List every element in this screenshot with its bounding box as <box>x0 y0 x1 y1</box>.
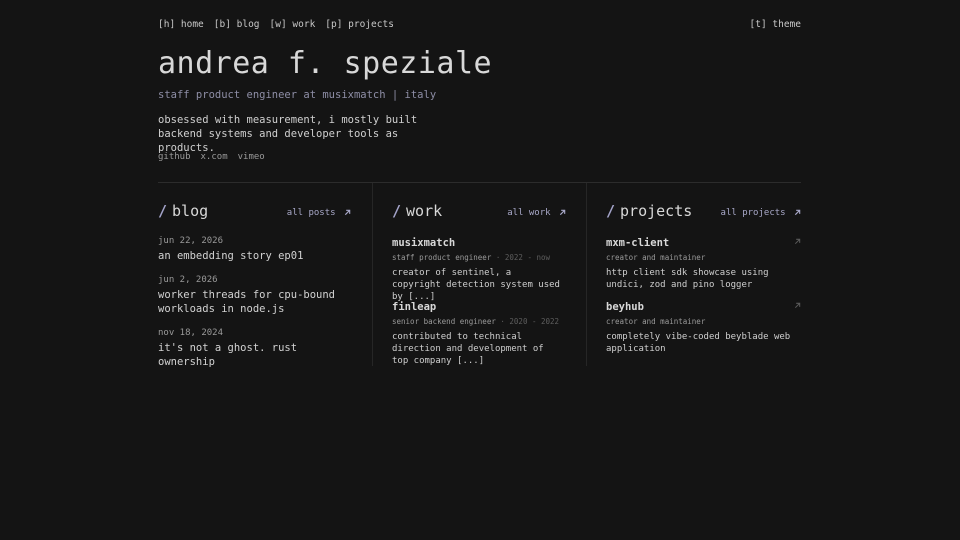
nav-item-projects[interactable]: [p] projects <box>325 19 394 30</box>
blog-title: blog <box>172 202 209 220</box>
nav-item-blog[interactable]: [b] blog <box>214 19 260 30</box>
work-item[interactable]: musixmatch staff product engineer · 2022… <box>392 237 562 303</box>
company-name: finleap <box>392 301 437 313</box>
job-years: · 2022 - now <box>495 253 551 262</box>
projects-title: projects <box>620 202 693 220</box>
job-meta: senior backend engineer · 2020 - 2022 <box>392 317 562 326</box>
job-description: contributed to technical direction and d… <box>392 332 544 366</box>
all-posts-label: all posts <box>286 208 336 218</box>
column-divider <box>586 183 587 366</box>
project-name: beyhub <box>606 301 644 313</box>
job-role: senior backend engineer <box>392 317 496 326</box>
top-nav: [h] home [b] blog [w] work [p] projects … <box>158 19 801 33</box>
slash-icon: / <box>158 202 168 220</box>
project-item[interactable]: mxm-client creator and maintainer http c… <box>606 237 801 291</box>
projects-heading: / projects <box>606 202 692 220</box>
job-description: creator of sentinel, a copyright detecti… <box>392 268 560 302</box>
project-item[interactable]: beyhub creator and maintainer completely… <box>606 301 801 355</box>
job-meta: staff product engineer · 2022 - now <box>392 253 562 262</box>
post-date: jun 2, 2026 <box>158 275 218 285</box>
all-projects-link[interactable]: all projects <box>721 208 801 218</box>
page: [h] home [b] blog [w] work [p] projects … <box>0 0 960 540</box>
arrow-up-right-icon <box>794 209 801 216</box>
projects-section: / projects all projects mxm-client creato… <box>606 200 801 354</box>
social-link-x[interactable]: x.com <box>201 152 228 162</box>
project-name: mxm-client <box>606 237 670 249</box>
work-title: work <box>406 202 443 220</box>
projects-header: / projects all projects <box>606 200 801 224</box>
all-projects-label: all projects <box>720 208 786 218</box>
slash-icon: / <box>392 202 402 220</box>
company-name: musixmatch <box>392 237 456 249</box>
work-header: / work all work <box>392 200 566 224</box>
work-section: / work all work musixmatch staff product … <box>392 200 566 366</box>
post-title[interactable]: an embedding story ep01 <box>158 249 358 263</box>
blog-heading: / blog <box>158 202 208 220</box>
nav-item-home[interactable]: [h] home <box>158 19 204 30</box>
work-item[interactable]: finleap senior backend engineer · 2020 -… <box>392 301 562 367</box>
blog-post-item[interactable]: jun 22, 2026 an embedding story ep01 <box>158 236 358 263</box>
post-title[interactable]: worker threads for cpu-bound workloads i… <box>158 288 358 316</box>
project-description: completely vibe-coded beyblade web appli… <box>606 332 791 354</box>
all-work-label: all work <box>507 208 551 218</box>
job-role: staff product engineer <box>392 253 492 262</box>
blog-section: / blog all posts jun 22, 2026 an embeddin… <box>158 200 351 368</box>
social-link-vimeo[interactable]: vimeo <box>238 152 265 162</box>
project-role: creator and maintainer <box>606 253 706 262</box>
section-divider <box>158 182 801 183</box>
social-links: github x.com vimeo <box>158 152 265 162</box>
slash-icon: / <box>606 202 616 220</box>
blog-post-item[interactable]: jun 2, 2026 worker threads for cpu-bound… <box>158 275 358 316</box>
page-subtitle: staff product engineer at musixmatch | i… <box>158 89 437 101</box>
project-role: creator and maintainer <box>606 317 706 326</box>
blog-header: / blog all posts <box>158 200 351 224</box>
arrow-up-right-icon <box>559 209 566 216</box>
column-divider <box>372 183 373 366</box>
post-title[interactable]: it's not a ghost. rust ownership <box>158 341 358 369</box>
nav-item-work[interactable]: [w] work <box>270 19 316 30</box>
post-date: nov 18, 2024 <box>158 328 224 338</box>
arrow-up-right-icon <box>344 209 351 216</box>
project-description: http client sdk showcase using undici, z… <box>606 268 769 290</box>
bio-text: obsessed with measurement, i mostly buil… <box>158 114 418 154</box>
page-title: andrea f. speziale <box>158 46 493 81</box>
external-link-icon[interactable] <box>794 238 801 245</box>
blog-post-item[interactable]: nov 18, 2024 it's not a ghost. rust owne… <box>158 328 358 369</box>
job-years: · 2020 - 2022 <box>500 317 560 326</box>
theme-toggle[interactable]: [t] theme <box>750 19 801 30</box>
social-link-github[interactable]: github <box>158 152 191 162</box>
work-heading: / work <box>392 202 442 220</box>
nav-links: [h] home [b] blog [w] work [p] projects <box>158 19 394 30</box>
post-date: jun 22, 2026 <box>158 236 224 246</box>
external-link-icon[interactable] <box>794 302 801 309</box>
all-posts-link[interactable]: all posts <box>287 208 351 218</box>
all-work-link[interactable]: all work <box>507 208 566 218</box>
